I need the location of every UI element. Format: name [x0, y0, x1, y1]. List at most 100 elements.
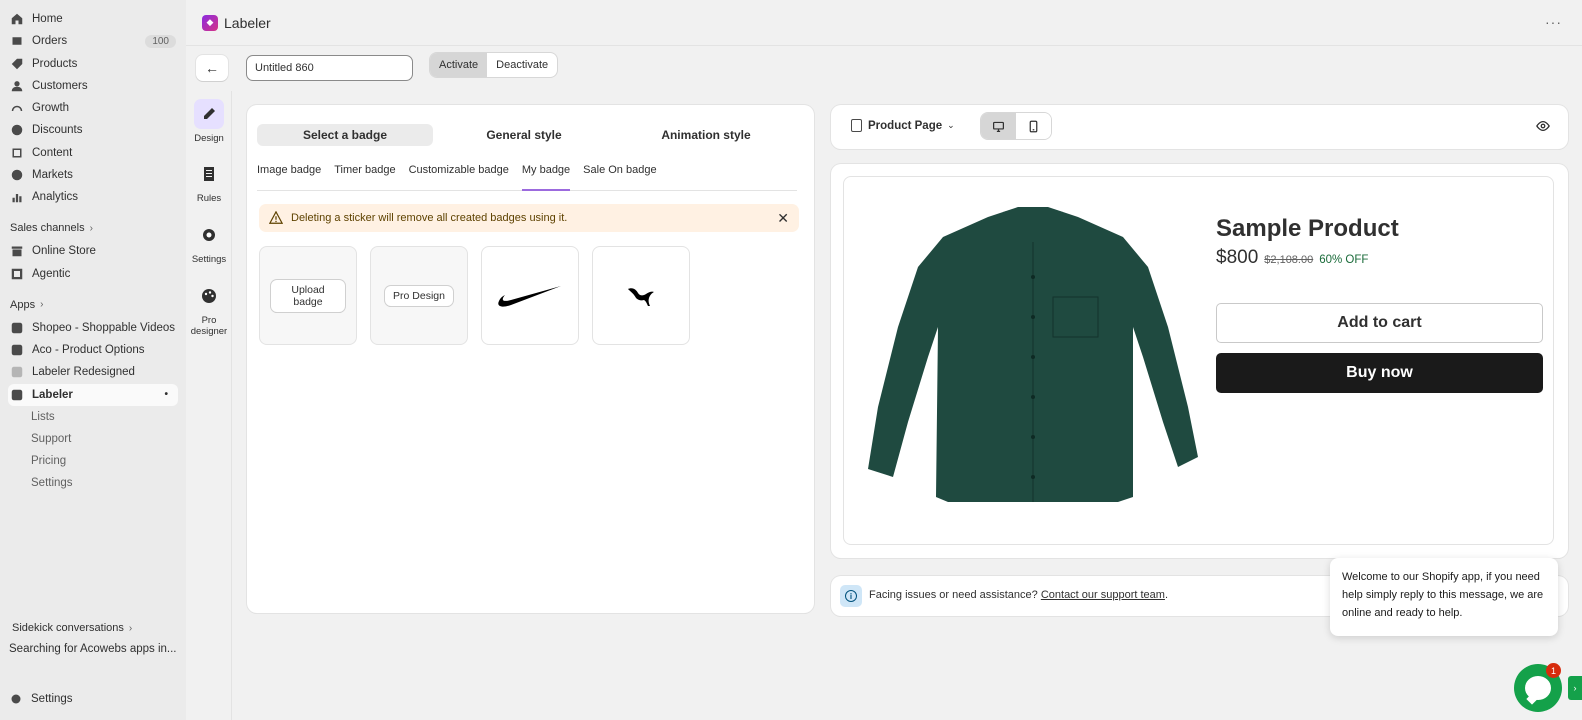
sidebar-settings[interactable]: Settings: [10, 693, 73, 705]
sidebar-item-label: Discounts: [32, 124, 83, 137]
sidebar-item-online-store[interactable]: Online Store: [8, 240, 178, 262]
compare-at-price: $2,108.00: [1264, 254, 1314, 266]
side-expand-tab[interactable]: ›: [1568, 676, 1582, 700]
sidebar-subitem-support[interactable]: Support: [8, 428, 178, 450]
rail-rules[interactable]: Rules: [186, 159, 232, 204]
badge-type-tabs: Image badge Timer badge Customizable bad…: [257, 161, 797, 191]
contact-support-link[interactable]: Contact our support team: [1041, 589, 1165, 601]
tab-my-badge[interactable]: My badge: [521, 161, 571, 191]
editor-main-tabs: Select a badge General style Animation s…: [257, 124, 797, 146]
device-toggle: [981, 113, 1051, 139]
chevron-right-icon: ›: [128, 622, 133, 634]
rail-label: Rules: [196, 193, 222, 204]
bar-chart-icon: [10, 190, 24, 204]
sidebar-item-content[interactable]: Content: [8, 142, 178, 164]
orders-count-badge: 100: [145, 34, 176, 48]
more-actions-icon[interactable]: ···: [1545, 14, 1562, 30]
sidebar-subitem-lists[interactable]: Lists: [8, 406, 178, 428]
tab-sale-on-badge[interactable]: Sale On badge: [583, 161, 656, 190]
gauge-icon: [10, 101, 24, 115]
tab-select-a-badge[interactable]: Select a badge: [257, 124, 433, 146]
globe-icon: [10, 168, 24, 182]
sidebar-item-shopeo[interactable]: Shopeo - Shoppable Videos: [8, 317, 178, 339]
desktop-view-button[interactable]: [981, 113, 1016, 139]
pro-design-button[interactable]: Pro Design: [385, 285, 453, 306]
tab-animation-style[interactable]: Animation style: [615, 124, 797, 146]
sidebar-subitem-settings[interactable]: Settings: [8, 472, 178, 494]
chat-welcome-message[interactable]: Welcome to our Shopify app, if you need …: [1330, 558, 1558, 636]
sidebar-item-label: Orders: [32, 35, 68, 48]
editor-rail: Design Rules Settings Pro designer: [186, 91, 232, 720]
mobile-icon: [1029, 120, 1038, 132]
sidebar-item-discounts[interactable]: Discounts: [8, 119, 178, 141]
sidebar-item-markets[interactable]: Markets: [8, 164, 178, 186]
upload-badge-tile: Upload badge: [259, 246, 357, 345]
content-icon: [10, 146, 24, 160]
pin-dot-icon: •: [164, 389, 168, 401]
labeler-redesigned-icon: [10, 365, 24, 379]
sidebar-settings-label: Settings: [31, 693, 73, 705]
sidebar-item-home[interactable]: Home: [8, 8, 178, 30]
preview-eye-button[interactable]: [1536, 119, 1550, 136]
sidebar-item-customers[interactable]: Customers: [8, 75, 178, 97]
sidebar-item-label: Shopeo - Shoppable Videos: [32, 321, 176, 334]
sidebar-item-label: Online Store: [32, 245, 96, 258]
palette-icon: [194, 281, 224, 311]
store-icon: [10, 244, 24, 258]
help-message: Facing issues or need assistance?: [869, 589, 1038, 601]
pro-design-tile: Pro Design: [370, 246, 468, 345]
tab-timer-badge[interactable]: Timer badge: [334, 161, 395, 190]
price-row: $800 $2,108.00 60% OFF: [1216, 247, 1368, 269]
sidebar-subitem-pricing[interactable]: Pricing: [8, 450, 178, 472]
buy-now-button[interactable]: Buy now: [1216, 353, 1543, 393]
product-image: [868, 207, 1198, 502]
admin-sidebar: Home Orders 100 Products Customers Growt…: [0, 0, 186, 720]
tab-customizable-badge[interactable]: Customizable badge: [409, 161, 509, 190]
nike-swoosh-icon: [498, 285, 561, 307]
page-type-select[interactable]: Product Page ⌄: [851, 119, 955, 132]
pencil-icon: [194, 99, 224, 129]
sidebar-item-agentic[interactable]: Agentic: [8, 263, 178, 285]
preview-toolbar: Product Page ⌄: [831, 105, 1568, 149]
labeler-icon: [10, 388, 24, 402]
sidebar-item-label: Aco - Product Options: [32, 343, 145, 356]
rail-design[interactable]: Design: [186, 99, 232, 144]
tab-image-badge[interactable]: Image badge: [257, 161, 321, 190]
back-button[interactable]: ←: [196, 55, 228, 81]
chat-unread-badge: 1: [1546, 663, 1561, 678]
badge-name-input[interactable]: [246, 55, 413, 81]
sidebar-item-labeler[interactable]: Labeler •: [8, 383, 178, 406]
add-to-cart-button[interactable]: Add to cart: [1216, 303, 1543, 343]
rail-settings[interactable]: Settings: [186, 220, 232, 265]
tab-general-style[interactable]: General style: [433, 124, 615, 146]
badge-tile-puma[interactable]: [592, 246, 690, 345]
sidebar-item-products[interactable]: Products: [8, 53, 178, 75]
upload-badge-button[interactable]: Upload badge: [271, 279, 345, 312]
labeler-logo-icon: ◆: [202, 14, 218, 31]
deactivate-button[interactable]: Deactivate: [487, 53, 557, 77]
sidebar-item-label: Markets: [32, 169, 73, 182]
rail-label: Design: [194, 133, 224, 144]
section-label: Sales channels: [10, 222, 85, 235]
sidebar-item-analytics[interactable]: Analytics: [8, 186, 178, 208]
apps-heading[interactable]: Apps ›: [8, 297, 178, 313]
sidebar-item-label: Customers: [32, 79, 88, 92]
sidebar-item-growth[interactable]: Growth: [8, 97, 178, 119]
sidebar-item-aco[interactable]: Aco - Product Options: [8, 339, 178, 361]
mobile-view-button[interactable]: [1016, 113, 1051, 139]
close-icon[interactable]: ✕: [777, 210, 789, 227]
activate-button[interactable]: Activate: [430, 53, 488, 77]
sidekick-conversation-item[interactable]: Searching for Acowebs apps in...: [9, 643, 177, 655]
person-icon: [10, 79, 24, 93]
chevron-right-icon: ›: [40, 299, 44, 311]
sales-channels-heading[interactable]: Sales channels ›: [8, 220, 178, 236]
sidekick-conversations-heading[interactable]: Sidekick conversations ›: [10, 620, 132, 636]
badge-tile-nike[interactable]: [481, 246, 579, 345]
help-text: Facing issues or need assistance? Contac…: [869, 589, 1168, 601]
sidebar-item-orders[interactable]: Orders 100: [8, 30, 178, 52]
rail-pro-designer[interactable]: Pro designer: [186, 281, 232, 337]
product-title: Sample Product: [1216, 215, 1399, 242]
agentic-icon: [10, 267, 24, 281]
gear-icon: [11, 694, 21, 704]
sidebar-item-labeler-redesigned[interactable]: Labeler Redesigned: [8, 361, 178, 383]
